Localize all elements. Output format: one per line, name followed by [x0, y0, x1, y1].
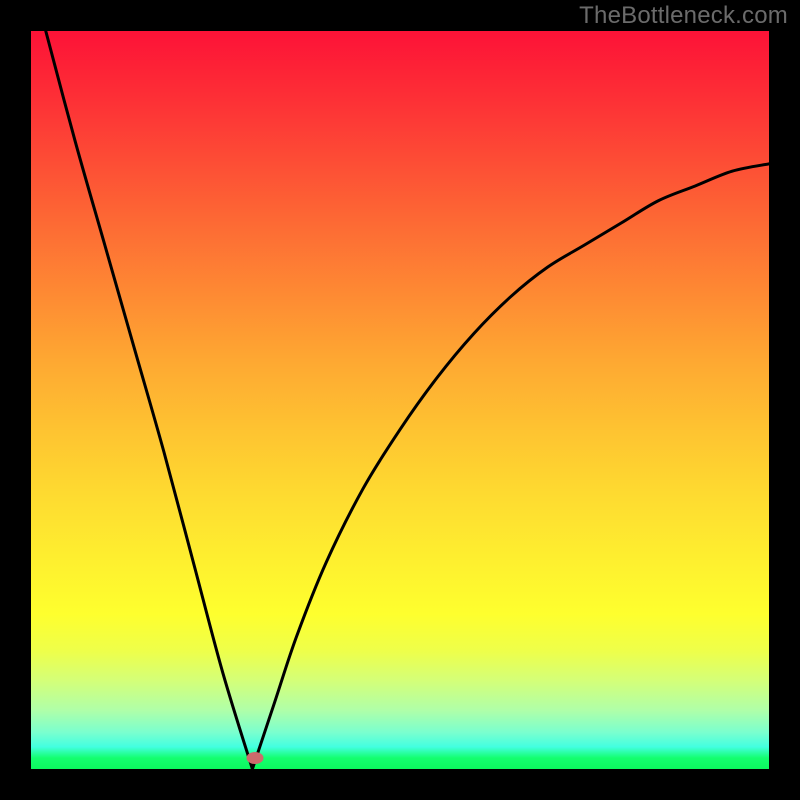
- plot-area: [31, 31, 769, 769]
- watermark-text: TheBottleneck.com: [579, 2, 788, 30]
- bottleneck-curve: [31, 31, 769, 769]
- curve-left-branch: [46, 31, 253, 769]
- optimum-marker: [247, 752, 264, 764]
- curve-right-branch: [252, 164, 769, 769]
- chart-container: TheBottleneck.com: [0, 0, 800, 800]
